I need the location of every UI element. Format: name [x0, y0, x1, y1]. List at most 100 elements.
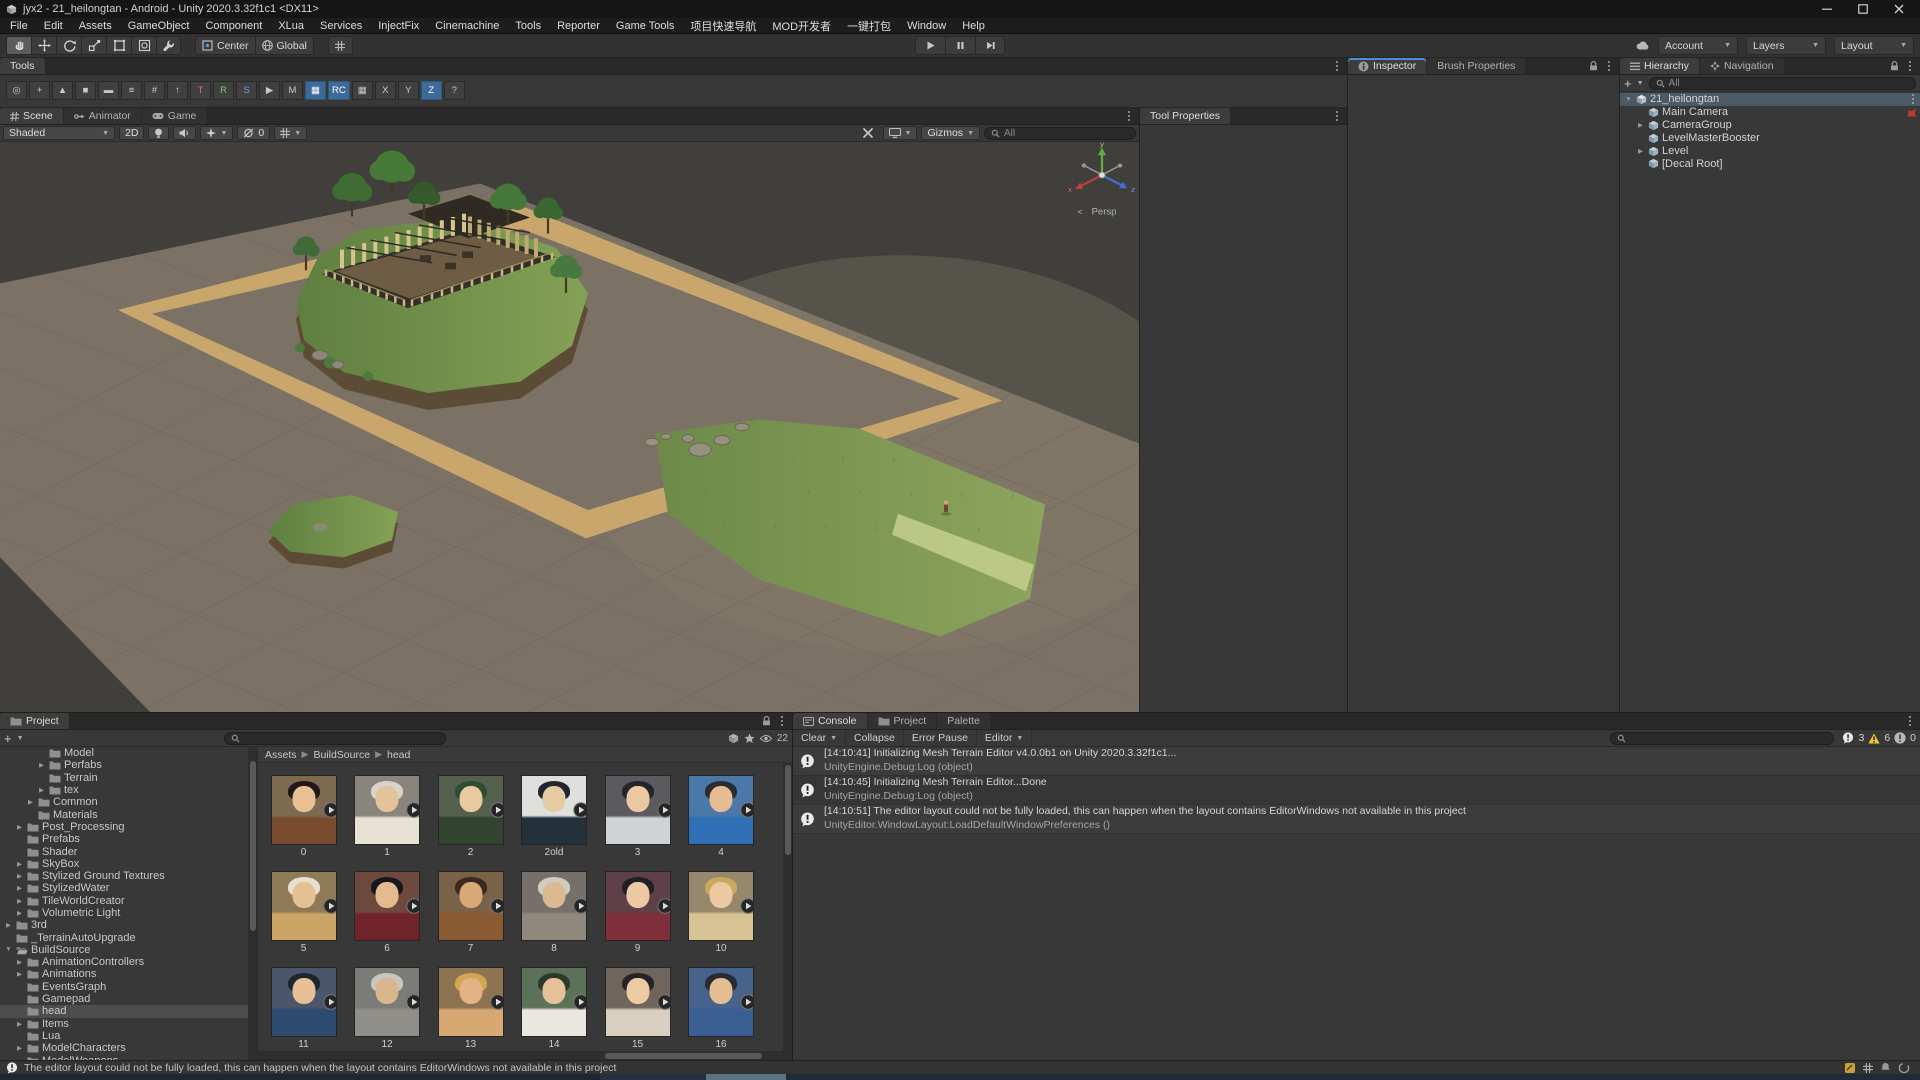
- menu-item-2[interactable]: Assets: [71, 18, 120, 33]
- lock-icon[interactable]: [1589, 61, 1598, 71]
- create-object-button[interactable]: +: [1624, 76, 1632, 91]
- hierarchy-item-level[interactable]: ▶Level: [1620, 145, 1920, 158]
- portrait-image[interactable]: [521, 871, 587, 941]
- menu-item-5[interactable]: XLua: [270, 18, 312, 33]
- menu-item-7[interactable]: InjectFix: [370, 18, 427, 33]
- portrait-image[interactable]: [688, 967, 754, 1037]
- expand-subassets-icon[interactable]: [490, 802, 504, 818]
- asset-thumbnail-11[interactable]: 11: [262, 967, 345, 1050]
- expand-arrow-icon[interactable]: ▶: [37, 761, 46, 769]
- clear-button[interactable]: Clear▼: [793, 730, 846, 746]
- package-icon[interactable]: [728, 733, 739, 744]
- folder-item-tex[interactable]: ▶tex: [0, 784, 257, 796]
- expand-subassets-icon[interactable]: [657, 898, 671, 914]
- status-bar[interactable]: The editor layout could not be fully loa…: [0, 1060, 1920, 1074]
- expand-arrow-icon[interactable]: ▶: [15, 970, 24, 978]
- asset-thumbnail-7[interactable]: 7: [429, 871, 512, 954]
- grid-snap-button[interactable]: [328, 36, 353, 55]
- asset-thumbnail-13[interactable]: 13: [429, 967, 512, 1050]
- tab-inspector-inspector[interactable]: Inspector: [1348, 58, 1426, 74]
- log-count-icon[interactable]: [1842, 732, 1854, 744]
- collapse-button[interactable]: Collapse: [846, 730, 904, 746]
- terrain-tool-button-6[interactable]: #: [144, 81, 165, 100]
- menu-item-13[interactable]: MOD开发者: [764, 18, 839, 33]
- expand-arrow-icon[interactable]: ▶: [4, 921, 13, 929]
- terrain-tool-button-12[interactable]: M: [282, 81, 303, 100]
- notifications-icon[interactable]: [1880, 1062, 1891, 1073]
- breadcrumb-buildsource[interactable]: BuildSource: [313, 749, 370, 761]
- layers-dropdown[interactable]: Layers▼: [1746, 36, 1826, 55]
- tab-tool-properties[interactable]: Tool Properties: [1140, 108, 1230, 124]
- account-dropdown[interactable]: Account▼: [1658, 36, 1738, 55]
- terrain-tool-button-7[interactable]: ↑: [167, 81, 188, 100]
- expand-subassets-icon[interactable]: [323, 802, 337, 818]
- asset-thumbnail-15[interactable]: 15: [596, 967, 679, 1050]
- asset-thumbnail-9[interactable]: 9: [596, 871, 679, 954]
- terrain-tool-button-0[interactable]: ◎: [6, 81, 27, 100]
- scene-viewport[interactable]: yxz<Persp: [0, 142, 1139, 712]
- expand-subassets-icon[interactable]: [406, 994, 420, 1010]
- pivot-toggle-button[interactable]: Center: [195, 36, 256, 55]
- expand-arrow-icon[interactable]: ▶: [15, 897, 24, 905]
- menu-item-10[interactable]: Reporter: [549, 18, 608, 33]
- asset-thumbnail-2[interactable]: 2: [429, 775, 512, 858]
- expand-arrow-icon[interactable]: ▶: [15, 1044, 24, 1052]
- asset-thumbnail-5[interactable]: 5: [262, 871, 345, 954]
- menu-item-16[interactable]: Help: [954, 18, 993, 33]
- portrait-image[interactable]: [271, 871, 337, 941]
- folder-item-model[interactable]: Model: [0, 747, 257, 759]
- transform-tool-button[interactable]: [131, 36, 156, 55]
- expand-arrow-icon[interactable]: ▶: [15, 884, 24, 892]
- tab-hierarchy-hierarchy[interactable]: Hierarchy: [1620, 58, 1699, 74]
- create-asset-button[interactable]: +: [4, 731, 12, 746]
- layout-dropdown[interactable]: Layout▼: [1834, 36, 1914, 55]
- chevron-down-icon[interactable]: ▼: [17, 735, 24, 742]
- expand-subassets-icon[interactable]: [740, 898, 754, 914]
- console-search-input[interactable]: [1610, 732, 1834, 745]
- expand-arrow-icon[interactable]: ▶: [1636, 121, 1645, 129]
- portrait-image[interactable]: [605, 871, 671, 941]
- console-log-entry-2[interactable]: [14:10:51] The editor layout could not b…: [793, 805, 1920, 834]
- terrain-tool-button-1[interactable]: +: [29, 81, 50, 100]
- terrain-tool-button-19[interactable]: ?: [444, 81, 465, 100]
- favorites-star-icon[interactable]: [744, 733, 755, 744]
- expand-arrow-icon[interactable]: ▶: [15, 958, 24, 966]
- portrait-image[interactable]: [688, 775, 754, 845]
- folder-item-lua[interactable]: Lua: [0, 1030, 257, 1042]
- scene-search-input[interactable]: All: [984, 127, 1136, 140]
- folder-item-shader[interactable]: Shader: [0, 845, 257, 857]
- auto-lighting-icon[interactable]: [1844, 1062, 1856, 1074]
- item-menu-icon[interactable]: [1909, 94, 1917, 104]
- menu-item-6[interactable]: Services: [312, 18, 370, 33]
- terrain-tool-button-13[interactable]: ▦: [305, 81, 326, 100]
- tab-scene-scene[interactable]: Scene: [0, 108, 63, 124]
- folder-item--terrainautoupgrade[interactable]: _TerrainAutoUpgrade: [0, 931, 257, 943]
- menu-item-12[interactable]: 项目快速导航: [682, 18, 764, 33]
- expand-subassets-icon[interactable]: [657, 994, 671, 1010]
- expand-arrow-icon[interactable]: ▶: [15, 909, 24, 917]
- portrait-image[interactable]: [438, 775, 504, 845]
- menu-item-14[interactable]: 一键打包: [839, 18, 899, 33]
- lock-icon[interactable]: [762, 716, 771, 726]
- asset-grid-vscrollbar[interactable]: [783, 763, 792, 1060]
- menu-item-1[interactable]: Edit: [36, 18, 71, 33]
- folder-item-modelweapons[interactable]: ModelWeapons: [0, 1054, 257, 1060]
- portrait-image[interactable]: [271, 967, 337, 1037]
- move-tool-button[interactable]: [31, 36, 56, 55]
- menu-item-4[interactable]: Component: [197, 18, 270, 33]
- scene-audio-button[interactable]: [173, 126, 196, 140]
- rotate-tool-button[interactable]: [56, 36, 81, 55]
- folder-item-skybox[interactable]: ▶SkyBox: [0, 858, 257, 870]
- asset-thumbnail-1[interactable]: 1: [346, 775, 429, 858]
- play-button[interactable]: [915, 36, 945, 55]
- expand-arrow-icon[interactable]: ▶: [15, 860, 24, 868]
- tab-scene-game[interactable]: Game: [142, 108, 207, 124]
- cloud-icon[interactable]: [1636, 41, 1650, 50]
- inspector-menu-icon[interactable]: [1605, 61, 1613, 71]
- menu-item-0[interactable]: File: [2, 18, 36, 33]
- terrain-tool-button-5[interactable]: ≡: [121, 81, 142, 100]
- hierarchy-item-levelmasterbooster[interactable]: LevelMasterBooster: [1620, 132, 1920, 145]
- scene-menu-icon[interactable]: [1125, 111, 1133, 121]
- asset-thumbnail-10[interactable]: 10: [680, 871, 763, 954]
- folder-item-buildsource[interactable]: ▼BuildSource: [0, 944, 257, 956]
